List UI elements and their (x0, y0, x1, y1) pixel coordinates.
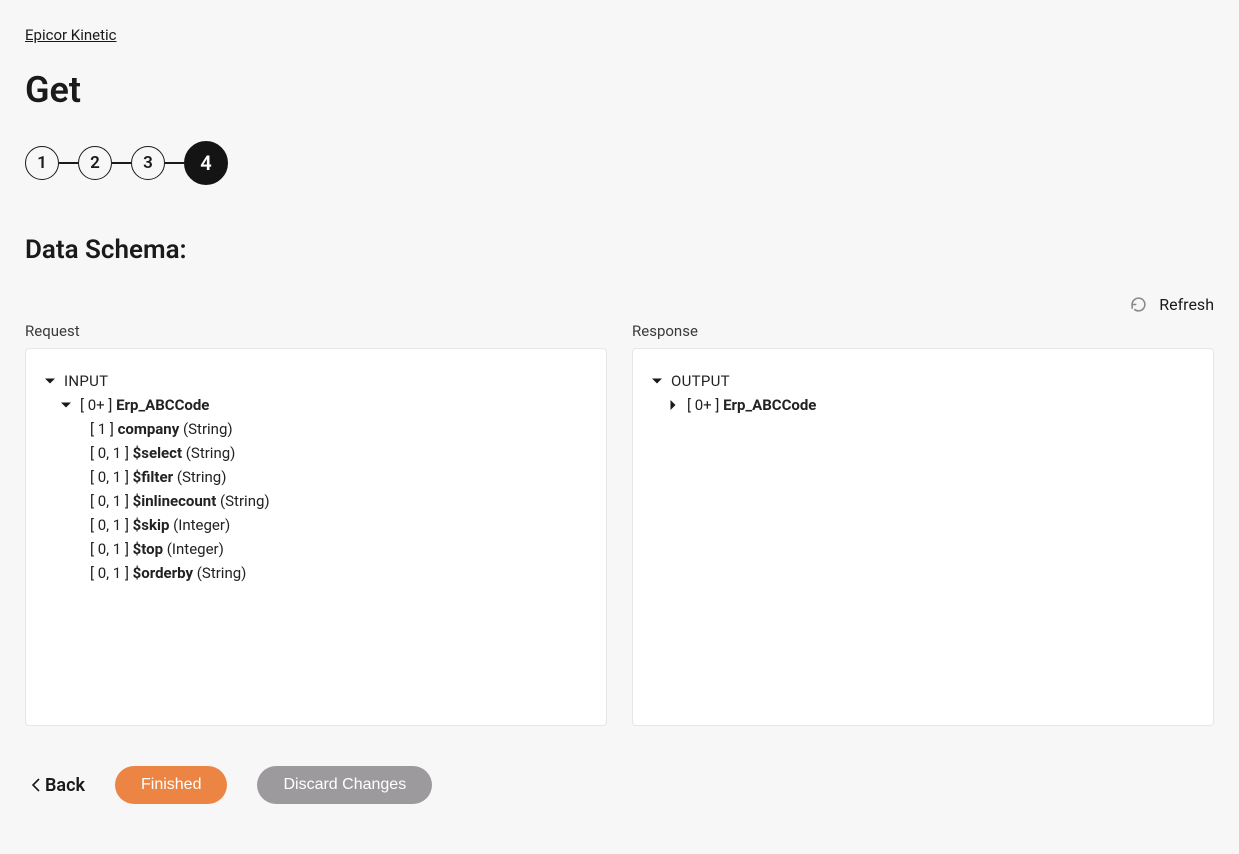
request-panel: INPUT [ 0+ ] Erp_ABCCode [ 1 ] company (… (25, 348, 607, 726)
field-name-label: $top (133, 540, 163, 558)
chevron-down-icon (44, 375, 56, 387)
tree-entity-erp-abccode[interactable]: [ 0+ ] Erp_ABCCode (44, 393, 588, 417)
field-cardinality: [ 0, 1 ] (90, 564, 129, 582)
request-column: Request INPUT [ 0+ ] Erp_ABCCode [ 1 ] c (25, 322, 607, 726)
step-connector (59, 162, 78, 164)
chevron-left-icon (31, 778, 41, 792)
step-3[interactable]: 3 (131, 146, 165, 180)
tree-root-label: OUTPUT (671, 372, 730, 390)
back-label: Back (45, 775, 85, 796)
entity-name: Erp_ABCCode (116, 396, 209, 414)
field-filter[interactable]: [ 0, 1 ] $filter (String) (44, 465, 588, 489)
entity-cardinality: [ 0+ ] (80, 396, 112, 414)
entity-cardinality: [ 0+ ] (687, 396, 719, 414)
field-cardinality: [ 0, 1 ] (90, 468, 129, 486)
step-4[interactable]: 4 (184, 141, 228, 185)
field-company[interactable]: [ 1 ] company (String) (44, 417, 588, 441)
tree-root-output[interactable]: OUTPUT (651, 369, 1195, 393)
field-type: (Integer) (173, 516, 230, 534)
field-name-label: $inlinecount (133, 492, 217, 510)
field-name-label: $skip (133, 516, 170, 534)
page-title: Get (25, 69, 1214, 111)
response-column: Response OUTPUT [ 0+ ] Erp_ABCCode (632, 322, 1214, 726)
field-top[interactable]: [ 0, 1 ] $top (Integer) (44, 537, 588, 561)
response-panel: OUTPUT [ 0+ ] Erp_ABCCode (632, 348, 1214, 726)
step-2[interactable]: 2 (78, 146, 112, 180)
stepper: 1 2 3 4 (25, 141, 1214, 185)
back-button[interactable]: Back (31, 775, 85, 796)
field-orderby[interactable]: [ 0, 1 ] $orderby (String) (44, 561, 588, 585)
chevron-down-icon (60, 399, 72, 411)
field-type: (Integer) (167, 540, 224, 558)
chevron-right-icon (667, 399, 679, 411)
request-label: Request (25, 322, 607, 340)
refresh-icon (1130, 296, 1147, 313)
tree-entity-erp-abccode-out[interactable]: [ 0+ ] Erp_ABCCode (651, 393, 1195, 417)
section-title: Data Schema: (25, 235, 1214, 265)
field-name-label: $select (133, 444, 182, 462)
field-inlinecount[interactable]: [ 0, 1 ] $inlinecount (String) (44, 489, 588, 513)
field-cardinality: [ 0, 1 ] (90, 492, 129, 510)
field-type: (String) (183, 420, 233, 438)
field-type: (String) (186, 444, 236, 462)
field-name-label: company (118, 420, 180, 438)
field-cardinality: [ 0, 1 ] (90, 516, 129, 534)
discard-changes-button[interactable]: Discard Changes (257, 766, 432, 804)
field-name-label: $filter (133, 468, 173, 486)
entity-name: Erp_ABCCode (723, 396, 816, 414)
field-type: (String) (220, 492, 270, 510)
field-select[interactable]: [ 0, 1 ] $select (String) (44, 441, 588, 465)
refresh-button[interactable]: Refresh (1130, 295, 1214, 314)
field-cardinality: [ 1 ] (90, 420, 114, 438)
breadcrumb-link[interactable]: Epicor Kinetic (25, 26, 117, 44)
step-1[interactable]: 1 (25, 146, 59, 180)
chevron-down-icon (651, 375, 663, 387)
field-type: (String) (197, 564, 247, 582)
response-label: Response (632, 322, 1214, 340)
refresh-label: Refresh (1159, 295, 1214, 314)
finished-button[interactable]: Finished (115, 766, 227, 804)
field-cardinality: [ 0, 1 ] (90, 540, 129, 558)
tree-root-input[interactable]: INPUT (44, 369, 588, 393)
tree-root-label: INPUT (64, 372, 108, 390)
field-type: (String) (177, 468, 227, 486)
field-skip[interactable]: [ 0, 1 ] $skip (Integer) (44, 513, 588, 537)
step-connector (165, 162, 184, 164)
field-name-label: $orderby (133, 564, 193, 582)
footer-actions: Back Finished Discard Changes (25, 766, 1214, 804)
field-cardinality: [ 0, 1 ] (90, 444, 129, 462)
step-connector (112, 162, 131, 164)
